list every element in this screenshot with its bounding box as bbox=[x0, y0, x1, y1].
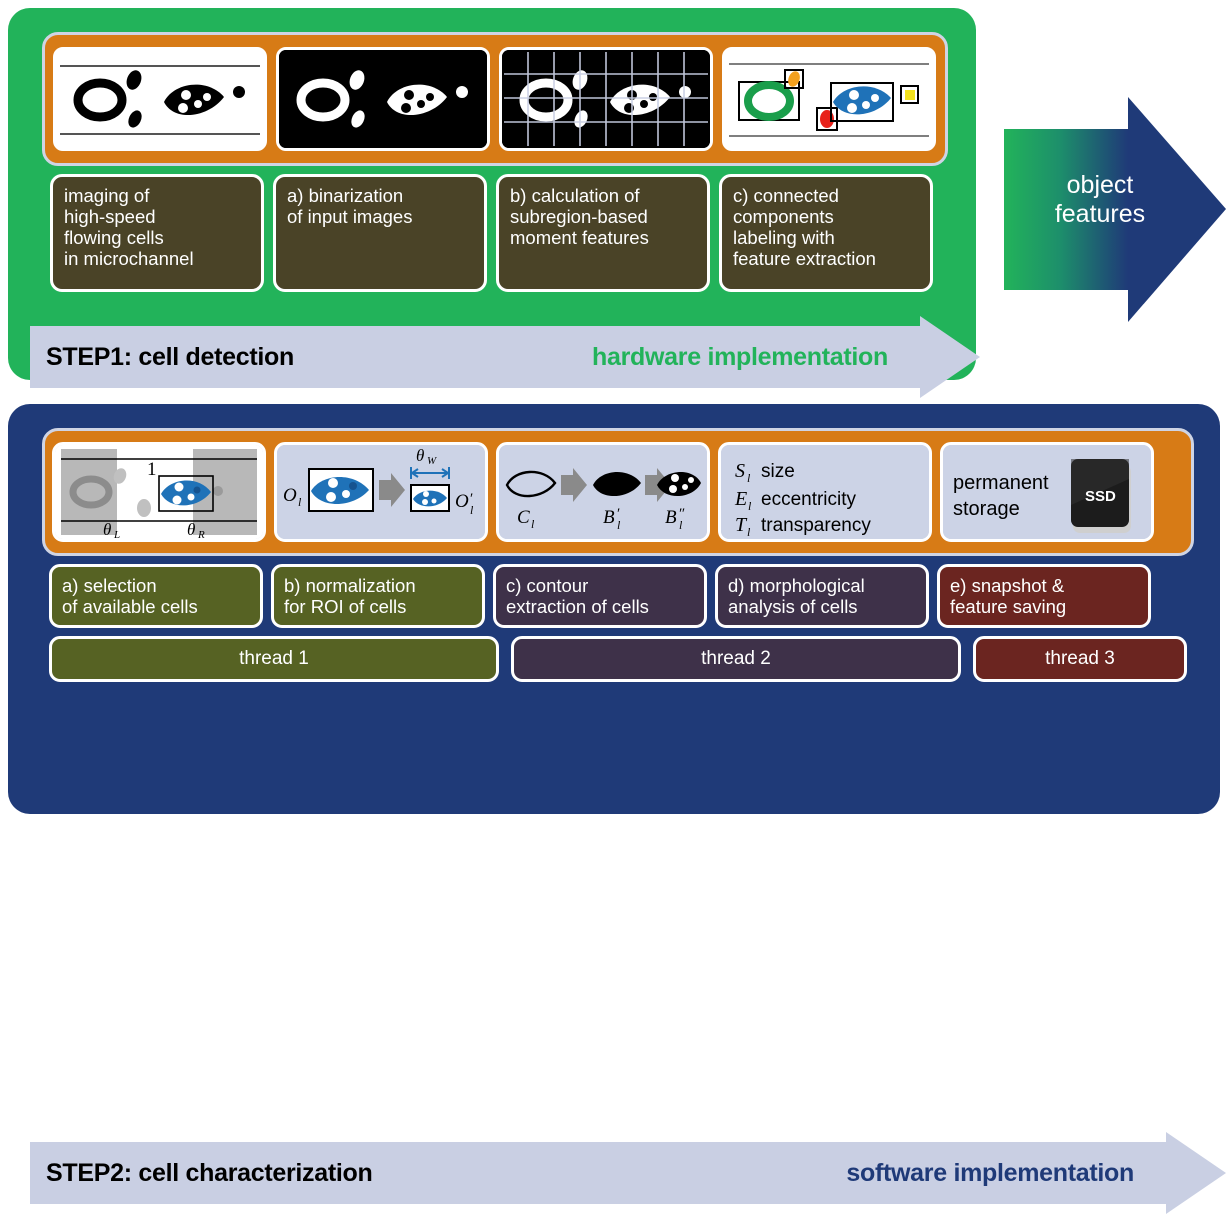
svg-text:size: size bbox=[761, 461, 795, 482]
step-d-morphological: d) morphological analysis of cells bbox=[715, 564, 929, 628]
svg-text:W: W bbox=[427, 455, 437, 467]
caption-binarization: a) binarization of input images bbox=[273, 174, 487, 292]
roi-normalization-panel: O l θ W O ′ l bbox=[274, 442, 488, 542]
svg-text:permanent: permanent bbox=[953, 472, 1049, 494]
grayscale-input-image bbox=[53, 47, 267, 151]
svg-text:S: S bbox=[735, 460, 745, 482]
cell-selection-svg: 1 θ L θ R bbox=[55, 445, 263, 539]
connected-components-image bbox=[722, 47, 936, 151]
object-features-label: object features bbox=[1054, 171, 1146, 228]
svg-text:C: C bbox=[517, 507, 530, 528]
svg-text:L: L bbox=[113, 529, 120, 539]
svg-text:SSD: SSD bbox=[1085, 488, 1116, 505]
step2-implementation-label: software implementation bbox=[846, 1158, 1134, 1187]
cell-selection-panel: 1 θ L θ R bbox=[52, 442, 266, 542]
thread-bar-3: thread 3 bbox=[973, 636, 1187, 682]
subregion-grid-svg bbox=[502, 50, 710, 148]
svg-text:θ: θ bbox=[103, 520, 111, 539]
step2-banner-arrowhead bbox=[1166, 1132, 1226, 1214]
svg-text:eccentricity: eccentricity bbox=[761, 489, 857, 510]
permanent-storage-svg: permanent storage SSD bbox=[943, 445, 1151, 539]
step2-panel: 1 θ L θ R O l θ W O ′ l C l B ′ l B ″ l … bbox=[8, 404, 1226, 1214]
roi-normalization-svg: O l θ W O ′ l bbox=[277, 445, 485, 539]
step1-image-strip bbox=[42, 32, 948, 166]
object-features-arrow: object features bbox=[1004, 97, 1226, 322]
grayscale-input-svg bbox=[56, 50, 264, 148]
svg-text:storage: storage bbox=[953, 498, 1020, 520]
svg-text:B: B bbox=[603, 507, 615, 528]
step-c-contour: c) contour extraction of cells bbox=[493, 564, 707, 628]
caption-moment: b) calculation of subregion-based moment… bbox=[496, 174, 710, 292]
contour-extraction-panel: C l B ′ l B ″ l bbox=[496, 442, 710, 542]
svg-text:θ: θ bbox=[187, 520, 195, 539]
svg-text:O: O bbox=[455, 491, 469, 512]
step-b-normalization: b) normalization for ROI of cells bbox=[271, 564, 485, 628]
step1-implementation-label: hardware implementation bbox=[592, 342, 888, 371]
step-e-snapshot: e) snapshot & feature saving bbox=[937, 564, 1151, 628]
svg-text:B: B bbox=[665, 507, 677, 528]
thread-bar-2: thread 2 bbox=[511, 636, 961, 682]
permanent-storage-panel: permanent storage SSD bbox=[940, 442, 1154, 542]
svg-text:O: O bbox=[283, 485, 297, 506]
step2-step-row: a) selection of available cells b) norma… bbox=[42, 564, 1194, 628]
morphology-svg: S l size E l eccentricity T l transparen… bbox=[721, 445, 929, 539]
contour-extraction-svg: C l B ′ l B ″ l bbox=[499, 445, 707, 539]
thread-row: thread 1 thread 2 thread 3 bbox=[49, 636, 1187, 682]
subregion-grid-image bbox=[499, 47, 713, 151]
step2-banner-body: STEP2: cell characterization software im… bbox=[30, 1142, 1166, 1204]
step-a-selection: a) selection of available cells bbox=[49, 564, 263, 628]
step1-banner: STEP1: cell detection hardware implement… bbox=[30, 316, 980, 398]
thread-bar-1: thread 1 bbox=[49, 636, 499, 682]
step1-panel: imaging of high-speed flowing cells in m… bbox=[8, 8, 980, 398]
step2-banner-title: STEP2: cell characterization bbox=[46, 1158, 373, 1187]
connected-components-svg bbox=[725, 50, 933, 148]
step1-banner-title: STEP1: cell detection bbox=[46, 342, 294, 371]
binarized-image bbox=[276, 47, 490, 151]
step1-banner-arrowhead bbox=[920, 316, 980, 398]
svg-text:transparency: transparency bbox=[761, 515, 871, 536]
svg-text:θ: θ bbox=[416, 446, 424, 465]
step2-process-strip: 1 θ L θ R O l θ W O ′ l C l B ′ l B ″ l … bbox=[42, 428, 1194, 556]
step1-caption-row: imaging of high-speed flowing cells in m… bbox=[42, 174, 948, 292]
caption-imaging: imaging of high-speed flowing cells in m… bbox=[50, 174, 264, 292]
step1-banner-body: STEP1: cell detection hardware implement… bbox=[30, 326, 920, 388]
svg-text:R: R bbox=[197, 529, 205, 539]
caption-labeling: c) connected components labeling with fe… bbox=[719, 174, 933, 292]
svg-text:E: E bbox=[734, 488, 747, 510]
step2-banner: STEP2: cell characterization software im… bbox=[30, 1132, 1226, 1214]
svg-text:1: 1 bbox=[147, 459, 157, 480]
morphology-panel: S l size E l eccentricity T l transparen… bbox=[718, 442, 932, 542]
binarized-svg bbox=[279, 50, 487, 148]
